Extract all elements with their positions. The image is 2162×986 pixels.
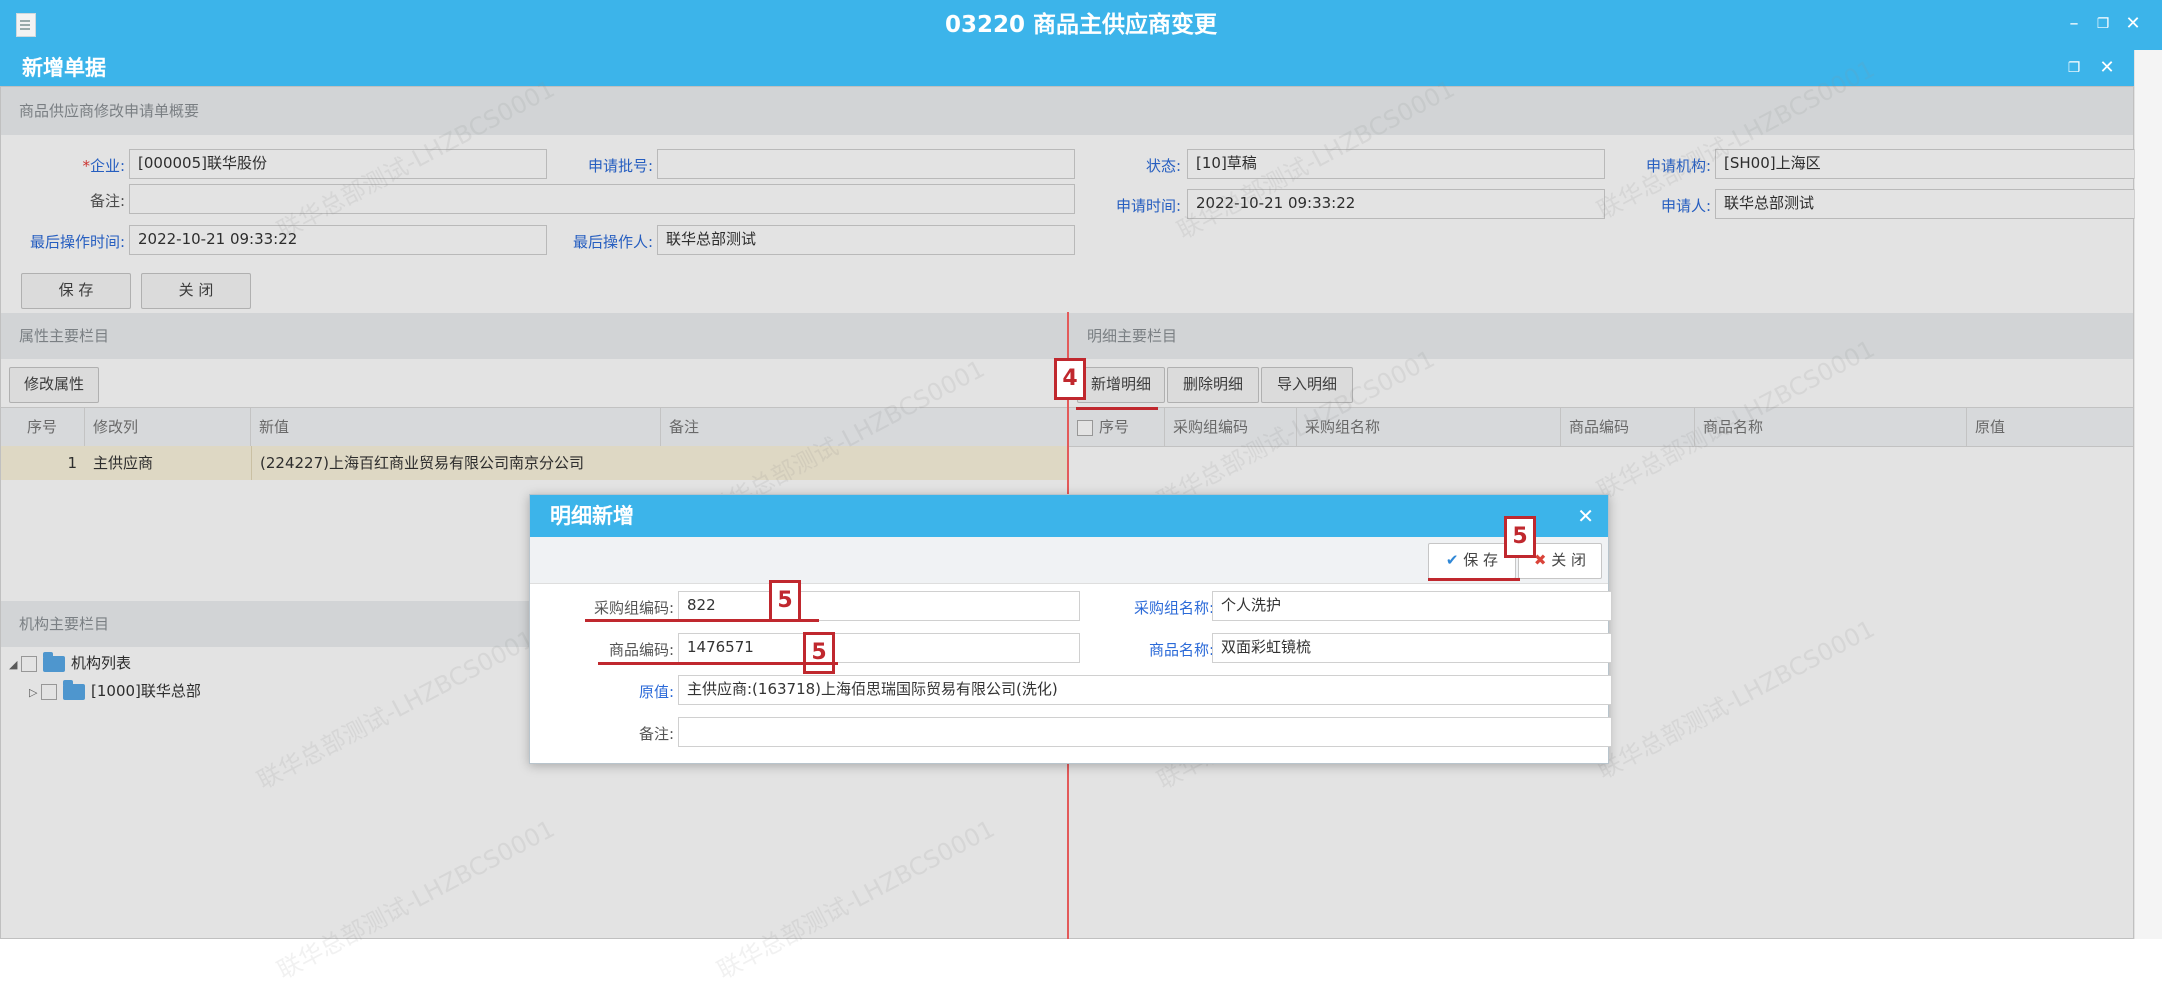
dialog-save-button[interactable]: ✔ 保 存	[1428, 543, 1516, 579]
dialog-header: 明细新增 ✕	[530, 495, 1608, 537]
product-name-field[interactable]: 双面彩虹镜梳	[1212, 633, 1612, 663]
restore-icon[interactable]: ❐	[2063, 56, 2085, 80]
close-icon[interactable]: ✕	[1577, 495, 1594, 537]
dialog-title: 明细新增	[550, 504, 634, 528]
annotation-step-5: 5	[1504, 516, 1536, 558]
annotation-underline	[598, 662, 838, 665]
dialog-close-label: 关 闭	[1551, 551, 1587, 569]
annotation-step-5: 5	[769, 580, 801, 622]
detail-add-dialog: 明细新增 ✕ ✔ 保 存 ✖ 关 闭 采购组编码: 822 采购组名称: 个人洗…	[529, 494, 1612, 764]
close-icon[interactable]: ✕	[2096, 56, 2118, 80]
close-icon[interactable]: ✕	[2122, 12, 2144, 36]
window-title: 03220 商品主供应商变更	[944, 12, 1218, 38]
dialog-save-label: 保 存	[1463, 551, 1499, 569]
subwindow-titlebar: 新增单据 ❐ ✕	[0, 50, 2134, 86]
minimize-icon[interactable]: –	[2063, 12, 2085, 36]
dialog-remark-field[interactable]	[678, 717, 1612, 747]
annotation-underline	[1428, 578, 1520, 581]
product-name-label: 商品名称:	[1148, 641, 1214, 659]
subwindow-title: 新增单据	[22, 56, 106, 80]
dialog-toolbar: ✔ 保 存 ✖ 关 闭	[530, 537, 1608, 584]
original-value-field[interactable]: 主供应商:(163718)上海佰思瑞国际贸易有限公司(洗化)	[678, 675, 1612, 705]
annotation-step-5: 5	[803, 632, 835, 674]
annotation-underline	[1076, 407, 1158, 410]
restore-icon[interactable]: ❐	[2092, 12, 2114, 36]
product-code-label: 商品编码:	[608, 641, 674, 659]
annotation-step-4: 4	[1054, 358, 1086, 400]
annotation-underline	[585, 619, 819, 622]
purchase-group-code-label: 采购组编码:	[593, 599, 674, 617]
original-value-label: 原值:	[638, 683, 674, 701]
purchase-group-name-field[interactable]: 个人洗护	[1212, 591, 1612, 621]
purchase-group-name-label: 采购组名称:	[1133, 599, 1214, 617]
product-code-field[interactable]: 1476571	[678, 633, 1080, 663]
right-scroll-strip[interactable]	[2134, 50, 2162, 939]
window-titlebar: 03220 商品主供应商变更 – ❐ ✕	[0, 0, 2162, 50]
purchase-group-code-field[interactable]: 822	[678, 591, 1080, 621]
dialog-remark-label: 备注:	[638, 725, 674, 743]
check-icon: ✔	[1445, 551, 1459, 569]
